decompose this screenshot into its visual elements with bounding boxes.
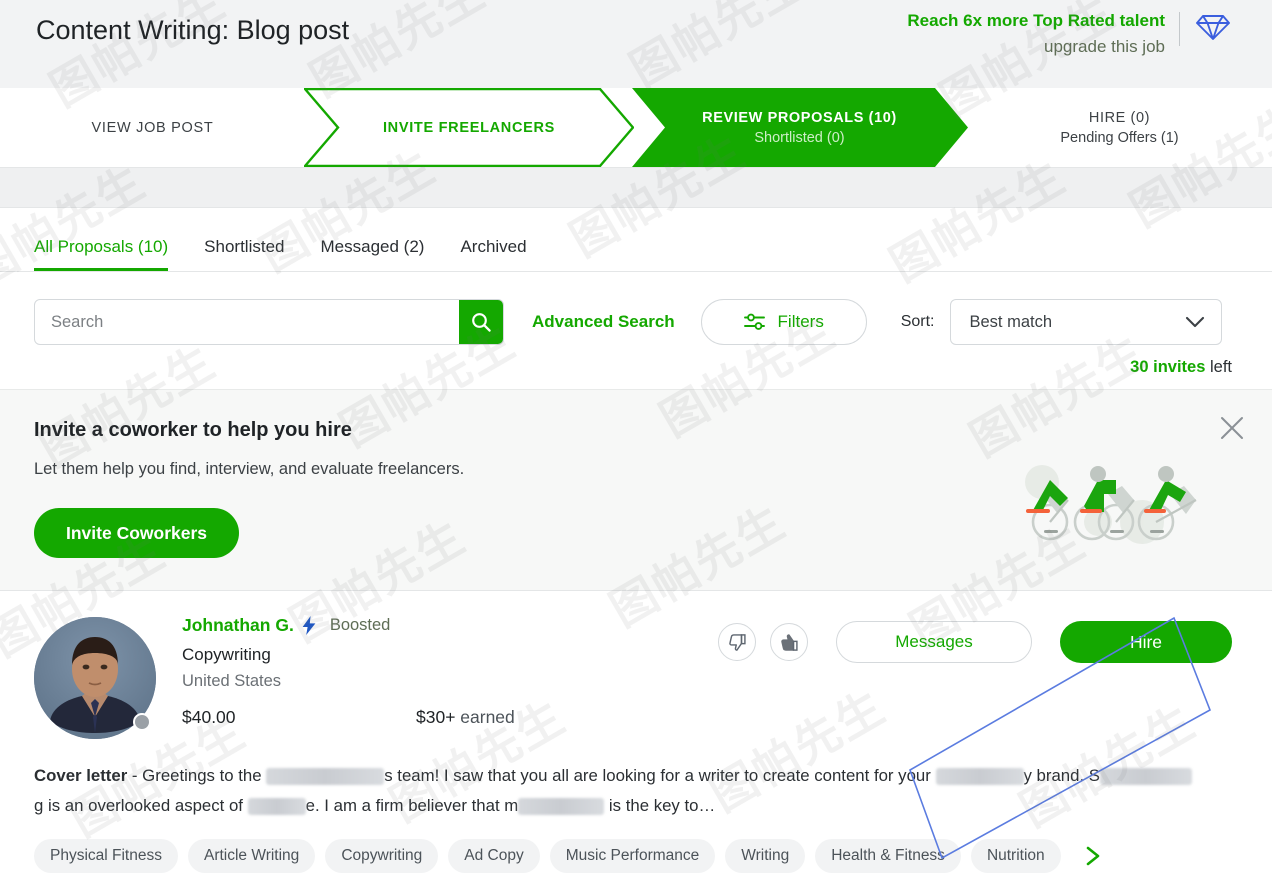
invites-left-row: 30 invites left [0, 350, 1272, 389]
page-title: Content Writing: Blog post [36, 15, 350, 45]
thumbs-down-icon[interactable] [718, 623, 756, 661]
skill-tag[interactable]: Nutrition [970, 839, 1061, 873]
upgrade-headline: Reach 6x more Top Rated talent [907, 11, 1165, 30]
search-button[interactable] [459, 300, 503, 344]
tab-review-proposals-label: REVIEW PROPOSALS (10) [702, 109, 897, 126]
sort-label: Sort: [900, 313, 935, 330]
job-stage-tabs: VIEW JOB POST INVITE FREELANCERS REVIEW … [0, 87, 1272, 168]
upgrade-divider [1179, 12, 1180, 46]
freelancer-rate: $40.00 [182, 707, 236, 727]
tab-invite-freelancers[interactable]: INVITE FREELANCERS [302, 87, 635, 168]
tab-review-proposals-sub: Shortlisted (0) [754, 129, 845, 146]
thumbs-up-icon[interactable] [770, 623, 808, 661]
proposal-actions: Messages Hire [718, 621, 1232, 663]
proposal-info: Johnathan G. Boosted Copywriting United … [182, 613, 718, 728]
stage-divider-band [0, 168, 1272, 208]
invites-count: 30 invites [1130, 358, 1206, 376]
tab-archived[interactable]: Archived [460, 236, 526, 271]
freelancer-earned: $30+ earned [416, 707, 515, 728]
cyclists-illustration [1020, 438, 1230, 558]
cover-letter: Cover letter - Greetings to the s team! … [34, 761, 1194, 821]
skill-tag[interactable]: Copywriting [325, 839, 439, 873]
invite-coworkers-button[interactable]: Invite Coworkers [34, 508, 240, 558]
cover-seg1: - Greetings to the [127, 766, 267, 785]
sliders-icon [743, 313, 765, 330]
chevron-right-icon[interactable] [1083, 845, 1103, 867]
tab-hire-label: HIRE (0) [1088, 109, 1151, 126]
boosted-label: Boosted [329, 615, 391, 634]
sort-selected-value: Best match [969, 312, 1053, 331]
freelancer-rates: $40.00 $30+ earned [182, 707, 718, 728]
lightning-bolt-icon [302, 615, 316, 635]
hire-button[interactable]: Hire [1060, 621, 1232, 663]
upgrade-promo[interactable]: Reach 6x more Top Rated talent upgrade t… [907, 6, 1230, 60]
freelancer-location: United States [182, 672, 282, 690]
tab-view-job-post-label: VIEW JOB POST [91, 119, 214, 136]
tab-hire-sub: Pending Offers (1) [1060, 129, 1179, 146]
page-header: Content Writing: Blog post Reach 6x more… [0, 0, 1272, 88]
invite-coworker-banner: Invite a coworker to help you hire Let t… [0, 389, 1272, 591]
skill-tag[interactable]: Physical Fitness [34, 839, 178, 873]
skill-tag[interactable]: Article Writing [187, 839, 316, 873]
proposal-card: Johnathan G. Boosted Copywriting United … [0, 591, 1272, 873]
redacted-block-5 [518, 798, 605, 816]
sort-select[interactable]: Best match [950, 299, 1223, 345]
skill-tag[interactable]: Music Performance [549, 839, 716, 873]
cover-seg4: g is an overlooked aspect of [34, 796, 248, 815]
tab-hire[interactable]: HIRE (0) Pending Offers (1) [967, 88, 1272, 167]
upgrade-texts: Reach 6x more Top Rated talent upgrade t… [907, 8, 1179, 60]
offline-status-dot [133, 713, 151, 731]
cover-seg2: s team! I saw that you all are looking f… [384, 766, 936, 785]
cover-seg3: y brand. S [1023, 766, 1101, 785]
proposal-filter-tabs: All Proposals (10) Shortlisted Messaged … [0, 208, 1272, 272]
redacted-block-2 [935, 768, 1024, 786]
cover-letter-label: Cover letter [34, 766, 128, 785]
skill-tag[interactable]: Health & Fitness [815, 839, 961, 873]
tab-review-proposals[interactable]: REVIEW PROPOSALS (10) Shortlisted (0) [632, 88, 968, 167]
search-field-wrapper [34, 299, 504, 345]
freelancer-name[interactable]: Johnathan G. [182, 615, 294, 636]
tab-messaged[interactable]: Messaged (2) [321, 236, 425, 271]
cover-seg6: is the key to… [604, 796, 716, 815]
redacted-block-3 [1100, 768, 1192, 786]
search-toolbar: Advanced Search Filters Sort: Best match [0, 272, 1272, 350]
review-tab-shape [632, 88, 968, 167]
redacted-block-1 [266, 768, 385, 786]
filters-label: Filters [777, 312, 824, 331]
advanced-search-link[interactable]: Advanced Search [532, 312, 675, 332]
diamond-icon[interactable] [1196, 12, 1230, 47]
tab-shortlisted[interactable]: Shortlisted [204, 236, 284, 271]
filters-button[interactable]: Filters [700, 299, 867, 345]
upgrade-link[interactable]: upgrade this job [907, 34, 1165, 60]
proposals-page: Content Writing: Blog post Reach 6x more… [0, 0, 1272, 873]
freelancer-title: Copywriting [182, 645, 271, 664]
search-input[interactable] [35, 300, 459, 344]
avatar[interactable] [34, 617, 156, 739]
search-icon [472, 313, 491, 332]
messages-button[interactable]: Messages [836, 621, 1032, 663]
earned-amount: $30+ [416, 707, 456, 727]
tab-all-proposals[interactable]: All Proposals (10) [34, 236, 169, 271]
skill-tags: Physical Fitness Article Writing Copywri… [34, 839, 1232, 873]
proposal-card-top: Johnathan G. Boosted Copywriting United … [34, 613, 1232, 739]
invites-suffix: left [1205, 358, 1232, 376]
earned-suffix: earned [455, 707, 515, 727]
cover-seg5: e. I am a firm believer that m [305, 796, 519, 815]
skill-tag[interactable]: Ad Copy [448, 839, 540, 873]
redacted-block-4 [247, 798, 306, 816]
freelancer-name-row: Johnathan G. Boosted [182, 613, 718, 637]
tab-invite-freelancers-label: INVITE FREELANCERS [382, 119, 556, 136]
tab-view-job-post[interactable]: VIEW JOB POST [0, 88, 305, 167]
skill-tag[interactable]: Writing [725, 839, 806, 873]
chevron-down-icon [1186, 316, 1205, 328]
